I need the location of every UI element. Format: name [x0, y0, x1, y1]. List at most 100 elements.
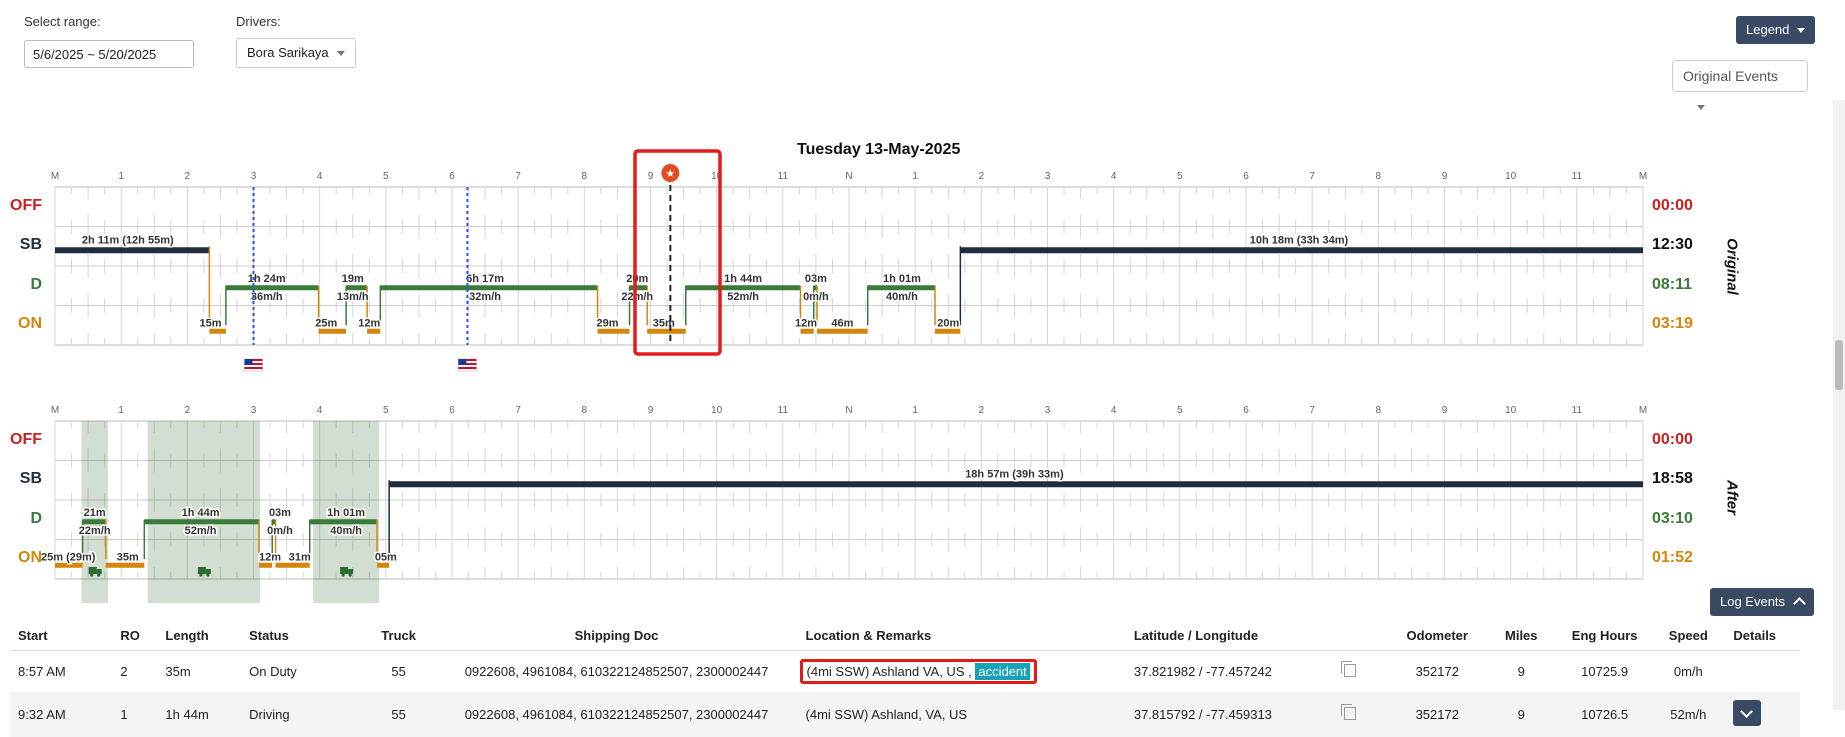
original-segment-label: 10h 18m (33h 34m) [1250, 234, 1349, 246]
cell-shipping-doc: 0922608, 4961084, 610322124852507, 23000… [464, 664, 769, 679]
original-status-label-sb: SB [19, 236, 42, 254]
cell-location: (4mi SSW) Ashland VA, US , accident [798, 651, 1126, 693]
table-row[interactable]: 9:32 AM 1 1h 44m Driving 55 0922608, 496… [10, 692, 1800, 737]
original-hour-tick-label: 2 [979, 171, 985, 182]
truck-icon-cab [348, 569, 354, 574]
col-speed[interactable]: Speed [1651, 620, 1726, 651]
after-hour-tick-label: 2 [185, 405, 191, 416]
after-hour-tick-label: 11 [1572, 405, 1583, 416]
after-segment-label: 40m/h [330, 525, 362, 537]
cell-length: 35m [165, 664, 191, 679]
after-status-label-sb: SB [19, 470, 42, 488]
cell-copy [1336, 651, 1390, 693]
col-eng-hours[interactable]: Eng Hours [1558, 620, 1652, 651]
original-segment-label: 20m [937, 317, 959, 329]
cell-latlng: 37.821982 / -77.457242 [1133, 664, 1272, 679]
after-segment-label: 03m [269, 507, 291, 519]
truck-icon-wheel [348, 573, 352, 577]
copy-icon[interactable] [1341, 660, 1357, 677]
original-segment-label: 1h 01m [883, 273, 921, 285]
after-hour-tick-label: 8 [1376, 405, 1382, 416]
after-segment-label: 31m [289, 551, 311, 563]
original-hour-tick-label: 9 [648, 171, 654, 182]
original-segment-label: 40m/h [886, 291, 918, 303]
after-hour-tick-label: 10 [711, 405, 723, 416]
cell-speed: 52m/h [1651, 692, 1726, 737]
after-segment-label: 0m/h [267, 525, 293, 537]
original-hour-tick-label: 4 [1111, 171, 1117, 182]
truck-icon-wheel [199, 573, 203, 577]
after-hour-tick-label: 9 [648, 405, 654, 416]
col-start[interactable]: Start [10, 620, 113, 651]
original-segment-label: 35m [653, 317, 675, 329]
us-flag-canton [458, 359, 467, 365]
us-flag-stripe [244, 367, 263, 369]
cell-speed: 0m/h [1673, 664, 1703, 679]
chevron-up-icon [1793, 597, 1806, 610]
col-length[interactable]: Length [157, 620, 242, 651]
after-status-label-off: OFF [10, 430, 42, 448]
original-segment-label: 2h 11m (12h 55m) [82, 234, 174, 246]
cell-status: Driving [241, 692, 362, 737]
original-hour-tick-label: 8 [1376, 171, 1382, 182]
original-status-label-d: D [30, 275, 42, 293]
location-text: (4mi SSW) Ashland VA, US , [806, 664, 972, 679]
cell-eng-hours: 10725.9 [1581, 664, 1629, 679]
original-segment-label: 15m [199, 317, 221, 329]
after-total-on: 01:52 [1652, 549, 1693, 567]
expand-details-button[interactable] [1733, 700, 1762, 726]
original-hour-tick-label: 9 [1442, 171, 1448, 182]
after-hour-tick-label: 4 [1111, 405, 1117, 416]
after-hour-tick-label: M [51, 405, 59, 416]
col-location[interactable]: Location & Remarks [797, 620, 1126, 651]
us-flag-stripe [458, 367, 477, 369]
after-hour-tick-label: 1 [912, 405, 918, 416]
log-events-table: Start RO Length Status Truck Shipping Do… [10, 620, 1800, 737]
log-events-button[interactable]: Log Events [1710, 588, 1815, 616]
col-odometer[interactable]: Odometer [1390, 620, 1485, 651]
table-row[interactable]: 8:57 AM 2 35m On Duty 55 0922608, 496108… [10, 651, 1800, 693]
page-scrollbar[interactable] [1833, 100, 1845, 710]
cell-truck: 55 [361, 692, 436, 737]
original-total-sb: 12:30 [1652, 236, 1693, 254]
original-segment-label: 32m/h [469, 291, 501, 303]
original-hour-tick-label: 7 [515, 171, 521, 182]
original-segment-label: 6h 17m [466, 273, 504, 285]
col-miles[interactable]: Miles [1484, 620, 1559, 651]
original-segment-label: 36m/h [251, 291, 283, 303]
original-hour-tick-label: 6 [1243, 171, 1249, 182]
star-icon: ★ [665, 168, 675, 180]
cell-shipping-doc: 0922608, 4961084, 610322124852507, 23000… [435, 692, 798, 737]
after-hour-tick-label: 8 [582, 405, 588, 416]
original-hour-tick-label: N [845, 171, 852, 182]
original-segment-label: 19m [342, 273, 364, 285]
after-segment-label: 25m (29m) [41, 551, 96, 563]
after-hour-tick-label: 3 [251, 405, 257, 416]
cell-start: 9:32 AM [10, 692, 113, 737]
after-hour-tick-label: N [845, 405, 852, 416]
after-segment-label: 05m [375, 551, 397, 563]
original-hour-tick-label: M [1639, 171, 1647, 182]
cell-eng-hours: 10726.5 [1558, 692, 1652, 737]
cell-ro: 2 [120, 664, 128, 679]
col-truck[interactable]: Truck [361, 620, 436, 651]
scrollbar-thumb[interactable] [1835, 340, 1843, 390]
original-hour-tick-label: 1 [118, 171, 124, 182]
col-status[interactable]: Status [241, 620, 362, 651]
original-total-d: 08:11 [1652, 275, 1693, 293]
truck-icon-cab [205, 569, 211, 574]
col-ro[interactable]: RO [112, 620, 158, 651]
original-hour-tick-label: 4 [317, 171, 323, 182]
cell-start: 8:57 AM [18, 664, 66, 679]
after-hour-tick-label: 4 [317, 405, 323, 416]
original-total-off: 00:00 [1652, 196, 1693, 214]
col-latlng[interactable]: Latitude / Longitude [1125, 620, 1337, 651]
copy-icon[interactable] [1341, 703, 1357, 720]
truck-icon-wheel [341, 573, 345, 577]
original-status-label-on: ON [18, 315, 42, 333]
original-segment-label: 46m [831, 317, 853, 329]
log-events-label: Log Events [1720, 594, 1786, 609]
col-shipping-doc[interactable]: Shipping Doc [435, 620, 798, 651]
after-status-label-d: D [30, 509, 42, 527]
original-segment-label: 13m/h [337, 291, 369, 303]
